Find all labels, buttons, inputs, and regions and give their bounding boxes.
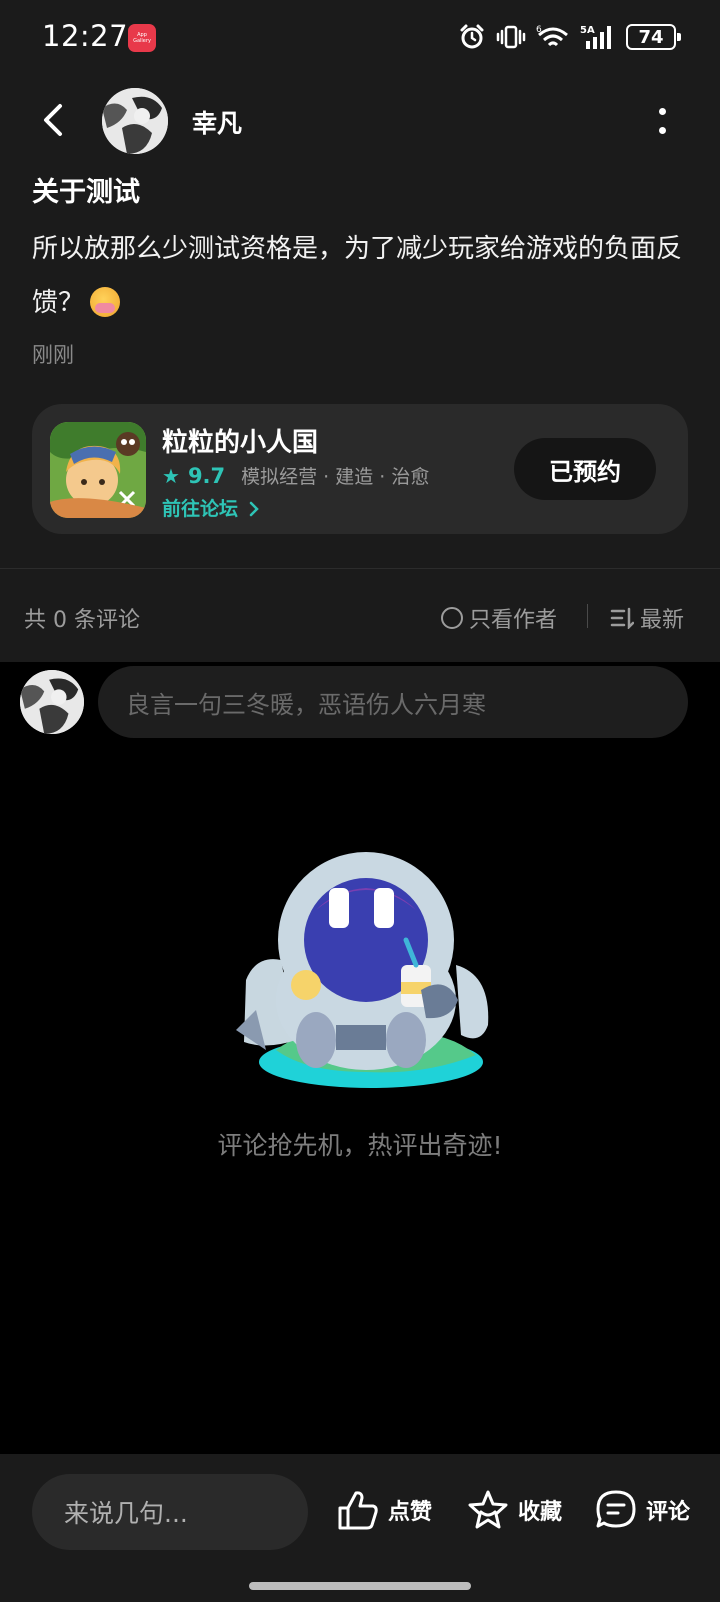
star-outline-icon: [468, 1490, 508, 1529]
game-tags: 模拟经营 · 建造 · 治愈: [241, 466, 430, 488]
forum-link[interactable]: 前往论坛: [162, 494, 261, 521]
sort-button[interactable]: 最新: [610, 602, 684, 634]
forum-link-label: 前往论坛: [162, 498, 239, 520]
author-name[interactable]: 幸凡: [192, 104, 242, 140]
quick-comment-input[interactable]: 来说几句...: [32, 1474, 308, 1550]
comment-button[interactable]: 评论: [594, 1488, 690, 1532]
comment-input-placeholder: 良言一句三冬暖，恶语伤人六月寒: [126, 690, 486, 719]
post-title: 关于测试: [32, 177, 140, 208]
game-card[interactable]: 粒粒的小人国 ★ 9.7 模拟经营 · 建造 · 治愈 前往论坛 已预约: [32, 404, 688, 534]
alarm-icon: [460, 24, 484, 49]
favorite-label: 收藏: [518, 1500, 563, 1525]
author-only-toggle[interactable]: 只看作者: [441, 602, 557, 634]
more-dot: [658, 108, 666, 115]
more-options-button[interactable]: [654, 106, 670, 136]
chevron-right-icon: [249, 501, 259, 517]
status-time: 12:27: [42, 19, 129, 53]
app-gallery-icon: App Gallery: [128, 24, 156, 52]
star-icon: ★: [162, 463, 180, 488]
bottom-action-bar: 来说几句... 点赞 收藏 评论: [0, 1454, 720, 1602]
home-indicator[interactable]: [249, 1582, 471, 1590]
game-meta: ★ 9.7 模拟经营 · 建造 · 治愈: [162, 462, 429, 489]
my-avatar-image: [20, 670, 84, 734]
svg-text:5A: 5A: [580, 25, 595, 36]
post-header: 幸凡: [0, 84, 720, 160]
more-dot: [658, 127, 666, 134]
post-body: 所以放那么少测试资格是，为了减少玩家给游戏的负面反馈？: [32, 222, 692, 330]
game-icon[interactable]: [50, 422, 146, 518]
back-button[interactable]: [34, 100, 74, 140]
comment-label: 评论: [646, 1500, 691, 1525]
wifi-icon: 6: [536, 25, 568, 47]
signal-icon: 5A: [580, 25, 611, 49]
comment-bubble-icon: [596, 1490, 636, 1528]
like-label: 点赞: [388, 1500, 433, 1525]
status-icons: 6 5A 74: [458, 20, 681, 54]
comment-input[interactable]: 良言一句三冬暖，恶语伤人六月寒: [98, 666, 688, 738]
empty-state-text: 评论抢先机，热评出奇迹!: [217, 1131, 503, 1160]
favorite-button[interactable]: 收藏: [466, 1488, 562, 1532]
post-time: 刚刚: [32, 343, 74, 367]
vibrate-icon: [496, 25, 526, 49]
blushing-emoji-icon: [90, 287, 121, 317]
reserved-button[interactable]: 已预约: [514, 438, 656, 500]
battery-icon: 74: [626, 24, 681, 50]
separator: [587, 604, 588, 628]
game-rating: 9.7: [187, 463, 226, 488]
svg-text:6: 6: [536, 25, 542, 35]
divider: [0, 568, 720, 569]
battery-level: 74: [638, 26, 664, 48]
author-avatar[interactable]: [102, 88, 168, 154]
game-name[interactable]: 粒粒的小人国: [162, 422, 318, 459]
game-icon-art: [50, 422, 146, 518]
author-only-label: 只看作者: [469, 608, 558, 633]
thumbs-up-icon: [338, 1491, 378, 1530]
comment-count: 共 0 条评论: [24, 608, 140, 633]
radio-icon: [441, 607, 463, 629]
sort-label: 最新: [640, 608, 685, 633]
status-bar: 12:27 App Gallery 6 5A 74: [0, 0, 720, 76]
like-button[interactable]: 点赞: [336, 1488, 432, 1532]
my-avatar: [20, 670, 84, 734]
post-text: 所以放那么少测试资格是，为了减少玩家给游戏的负面反馈？: [32, 234, 683, 318]
robot-mascot-illustration: [236, 852, 489, 1088]
avatar-image: [102, 88, 168, 154]
sort-icon: [610, 607, 634, 629]
quick-comment-placeholder: 来说几句...: [64, 1499, 188, 1528]
